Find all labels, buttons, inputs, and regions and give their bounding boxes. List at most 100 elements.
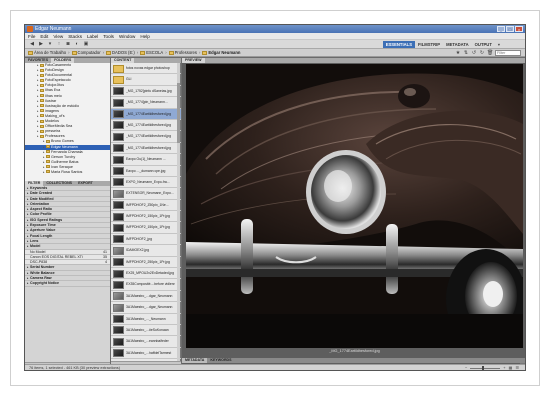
thumbnail	[113, 178, 124, 187]
folder-icon	[40, 124, 44, 128]
file-item[interactable]: 3A1Maestro_...dgar_Neumann	[111, 291, 181, 303]
thumbnail-size-slider[interactable]	[470, 366, 501, 370]
file-item[interactable]: Eaxpo ..._dumann cpe.jpg	[111, 166, 181, 177]
workspace-filmstrip[interactable]: FILMSTRIP	[415, 41, 443, 48]
delete-icon[interactable]: 🗑	[487, 50, 493, 56]
workspace-dropdown-icon[interactable]: ▾	[495, 41, 503, 48]
file-item[interactable]: 3A1Maestro_...haffdelTarmest	[111, 348, 181, 360]
filter-panel: FILTER COLLECTIONS EXPORT KeywordsDate C…	[25, 181, 110, 368]
file-name: _MG_1774[pin_Neumann...	[126, 100, 168, 105]
status-bar: 76 items, 1 selected - 461 KB (30 previe…	[25, 364, 525, 370]
file-item[interactable]: IMFPDHOF2_150pix_1Pr.jpg	[111, 211, 181, 223]
refine-icon[interactable]: ◐	[74, 42, 80, 47]
crumb-escola[interactable]: ESCOLA	[140, 50, 163, 56]
maximize-icon[interactable]: □	[506, 26, 514, 32]
crumb-computer[interactable]: Computador	[71, 50, 101, 56]
file-item[interactable]: IMFPDHOF2_250pix_1Pr.jpg	[111, 257, 181, 269]
preview-caption: _MG_1774Eartildhesfored.jpg	[329, 349, 380, 353]
filter-label: Date Modified	[30, 196, 54, 201]
thumbnail	[113, 315, 124, 324]
crumb-desktop[interactable]: Área de Trabalho	[28, 50, 66, 56]
preview-image[interactable]	[186, 64, 523, 348]
file-item[interactable]: 3A1Maestro_...#eSuKonaan	[111, 325, 181, 337]
menu-bar: File Edit View Stacks Label Tools Window…	[25, 33, 525, 40]
menu-view[interactable]: View	[53, 33, 63, 39]
left-panel: FAVORITES FOLDERS ▸ FotoCasamento ▸ FotoDes…	[25, 58, 110, 368]
folder-label: Ilhas meio	[45, 93, 62, 98]
file-item[interactable]: 3A1Maestro_...eannbaifeder	[111, 336, 181, 348]
file-item[interactable]: IMFPDHOF2_Z50pix_1Ne...	[111, 200, 181, 212]
workspace-essentials[interactable]: ESSENTIALS	[382, 41, 415, 48]
computer-icon	[71, 50, 77, 55]
crumb-professores[interactable]: Professores	[168, 50, 197, 56]
file-item[interactable]: _MG_1774[pin_Neumann...	[111, 97, 181, 109]
breadcrumb: Área de Trabalho › Computador › DADOS (E…	[28, 50, 241, 56]
folder-icon	[46, 139, 50, 143]
star-filter-icon[interactable]: ★	[455, 50, 461, 56]
list-view-icon[interactable]: ☰	[515, 366, 519, 370]
rotate-right-icon[interactable]: ↻	[479, 50, 485, 56]
menu-label[interactable]: Label	[87, 33, 98, 39]
thumbnail	[113, 121, 124, 130]
file-item[interactable]: _MG_1774Eartildhesfored.jpg	[111, 131, 181, 143]
crumb-drive[interactable]: DADOS (E:)	[106, 50, 135, 56]
crumb-label: DADOS (E:)	[112, 50, 135, 55]
search-input[interactable]	[495, 50, 521, 56]
back-icon[interactable]: ◀	[29, 42, 35, 47]
filter-category[interactable]: Copyright Notice	[25, 281, 110, 287]
zoom-out-icon[interactable]: −	[465, 366, 467, 370]
open-photoshop-icon[interactable]: ▣	[83, 42, 89, 47]
file-item[interactable]: IDAMOEX2.jpg	[111, 245, 181, 257]
file-item[interactable]: 3A1Maestro_...dgar_Neumann	[111, 302, 181, 314]
file-item[interactable]: _MG_1774Eartildhesfored.jpg	[111, 143, 181, 155]
file-item[interactable]: _MG_1774Eartildhesfored.jpg	[111, 108, 181, 120]
folder-label: Ivan Seraque	[51, 164, 73, 169]
zoom-in-icon[interactable]: +	[503, 366, 505, 370]
menu-tools[interactable]: Tools	[103, 33, 114, 39]
content-scrollbar[interactable]	[177, 63, 180, 361]
rotate-left-icon[interactable]: ↺	[471, 50, 477, 56]
file-item[interactable]: _MG_1774Eartildhesfored.jpg	[111, 120, 181, 132]
menu-window[interactable]: Window	[119, 33, 135, 39]
forward-icon[interactable]: ▶	[38, 42, 44, 47]
crumb-edgar-neumann[interactable]: Edgar Neumann	[202, 50, 241, 56]
file-item[interactable]: IMFPDHOF2_150pix_1Pr.jpg	[111, 222, 181, 234]
scroll-thumb[interactable]	[177, 83, 180, 143]
file-item[interactable]: Eaxpo Ou(1)_Neumann ...	[111, 154, 181, 166]
close-icon[interactable]: ×	[515, 26, 523, 32]
camera-icon[interactable]: ◙	[65, 42, 71, 47]
filter-label: Aspect Ratio	[30, 207, 52, 212]
tab-keywords[interactable]: KEYWORDS	[207, 358, 234, 363]
recent-icon[interactable]: ▾	[47, 42, 53, 47]
sort-icon[interactable]: ⇅	[463, 50, 469, 56]
file-item[interactable]: _MG_1752[pinfu dSaneias.jpg	[111, 86, 181, 98]
file-item[interactable]: IMFPDHOF2_jpg	[111, 234, 181, 246]
file-item[interactable]: fotos novas edgar photoshop	[111, 63, 181, 75]
tab-metadata[interactable]: METADATA	[182, 358, 208, 363]
folder-label: Maria Rosa Santos	[51, 169, 83, 174]
minimize-icon[interactable]: _	[497, 26, 505, 32]
file-item[interactable]: EX25_MPOU2v2ExDetaded.jpg	[111, 268, 181, 280]
file-item[interactable]: GLI	[111, 74, 181, 86]
menu-file[interactable]: File	[28, 33, 35, 39]
thumbnail	[113, 212, 124, 221]
file-item[interactable]: 3A1Maestro_..._Neumann	[111, 314, 181, 325]
menu-edit[interactable]: Edit	[40, 33, 48, 39]
file-item[interactable]: EX35Composité....before vidlenr	[111, 279, 181, 291]
file-name: EXTENSOR_Neumann_Expo...	[126, 191, 174, 196]
menu-help[interactable]: Help	[140, 33, 149, 39]
grid-view-icon[interactable]: ▦	[509, 366, 513, 370]
metadata-tabs: METADATA KEYWORDS	[182, 358, 525, 363]
file-name: fotos novas edgar photoshop	[126, 66, 170, 70]
workspace-output[interactable]: OUTPUT	[472, 41, 495, 48]
crumb-label: Edgar Neumann	[208, 50, 241, 55]
file-item[interactable]: EXTENSOR_Neumann_Expo...	[111, 188, 181, 200]
folder-icon	[113, 64, 124, 73]
menu-stacks[interactable]: Stacks	[68, 33, 82, 39]
thumbnail	[113, 110, 124, 119]
file-item[interactable]: EXPO_Neumann_Expo-fra...	[111, 177, 181, 189]
folder-tree-item[interactable]: ▸ Maria Rosa Santos	[25, 170, 110, 175]
up-folder-icon[interactable]: ↑	[56, 42, 62, 47]
workspace-metadata[interactable]: METADATA	[443, 41, 472, 48]
tab-preview[interactable]: PREVIEW	[182, 58, 205, 63]
